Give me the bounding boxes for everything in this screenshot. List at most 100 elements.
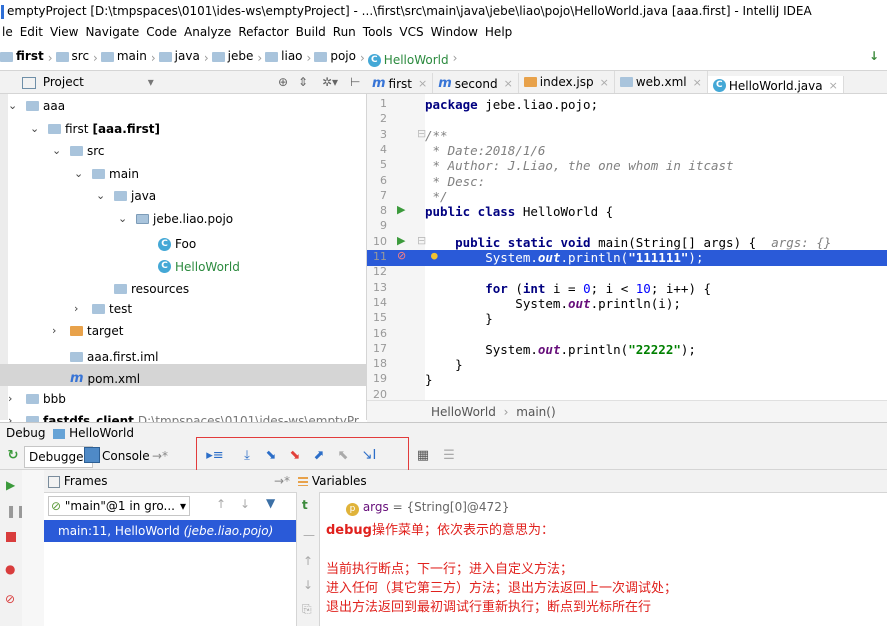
- tree-item[interactable]: ⌄ src: [0, 139, 105, 161]
- tree-item[interactable]: › test: [0, 297, 132, 319]
- chevron-right-icon[interactable]: ›: [74, 298, 88, 320]
- nav-crumb-helloworld[interactable]: C HelloWorld: [367, 47, 449, 74]
- tree-item[interactable]: C HelloWorld: [0, 252, 240, 274]
- menu-item-vcs[interactable]: VCS: [399, 25, 423, 39]
- copy-icon[interactable]: ⎘: [302, 602, 312, 617]
- tree-item[interactable]: › target: [0, 319, 124, 341]
- close-icon[interactable]: ×: [504, 77, 513, 90]
- nav-crumb-src[interactable]: src: [55, 43, 89, 70]
- chevron-down-icon[interactable]: ⌄: [118, 208, 132, 230]
- nav-crumb-java[interactable]: java: [158, 43, 200, 70]
- run-gutter-icon[interactable]: ▶: [397, 234, 405, 247]
- tree-item[interactable]: ⌄ java: [0, 184, 156, 206]
- update-arrow-icon[interactable]: ↓: [869, 43, 879, 70]
- tab-overflow-icon[interactable]: →*: [152, 446, 168, 466]
- close-icon[interactable]: ×: [418, 77, 427, 90]
- tab-second[interactable]: m second ×: [433, 72, 519, 93]
- menu-item-le[interactable]: le: [2, 25, 13, 39]
- crumb-class[interactable]: HelloWorld: [431, 405, 496, 419]
- line-number: 6: [380, 173, 387, 187]
- collapse-all-icon[interactable]: ⇕: [298, 71, 308, 93]
- tree-item-content: › target: [52, 320, 124, 342]
- restore-layout-icon[interactable]: →*: [274, 470, 290, 492]
- gear-icon[interactable]: ✲▾: [322, 71, 338, 93]
- tab-first[interactable]: m first ×: [367, 72, 434, 93]
- menu-item-tools[interactable]: Tools: [363, 25, 393, 39]
- chevron-down-icon[interactable]: ⌄: [8, 95, 22, 117]
- mute-breakpoints-icon[interactable]: ⊘: [5, 592, 15, 606]
- code-editor[interactable]: package jebe.liao.pojo; /** * Date:2018/1…: [425, 94, 887, 400]
- scroll-from-source-icon[interactable]: ⊕: [278, 71, 288, 93]
- menu-item-build[interactable]: Build: [296, 25, 326, 39]
- thread-icon: ⊘: [51, 499, 62, 513]
- frame-up-icon[interactable]: ↑: [216, 497, 226, 511]
- crumb-method[interactable]: main(): [516, 405, 555, 419]
- trace-icon[interactable]: ☰: [440, 447, 458, 465]
- line-number: 10: [373, 234, 387, 248]
- tree-item[interactable]: › bbb: [0, 387, 66, 409]
- nav-crumb-main[interactable]: main: [100, 43, 147, 70]
- chevron-down-icon[interactable]: ⌄: [96, 185, 110, 207]
- intention-bulb-icon[interactable]: ●: [431, 249, 438, 262]
- frame-item[interactable]: main:11, HelloWorld (jebe.liao.pojo): [44, 520, 296, 542]
- tab-debugger[interactable]: Debugger: [24, 446, 94, 468]
- menu-item-code[interactable]: Code: [146, 25, 177, 39]
- tab-console[interactable]: Console: [102, 446, 150, 466]
- tree-item[interactable]: resources: [0, 274, 189, 296]
- menu-item-window[interactable]: Window: [431, 25, 478, 39]
- menu-item-edit[interactable]: Edit: [20, 25, 43, 39]
- nav-crumb-first[interactable]: first: [0, 43, 44, 70]
- chevron-down-icon[interactable]: ⌄: [52, 140, 66, 162]
- nav-crumb-pojo[interactable]: pojo: [314, 43, 356, 70]
- view-breakpoints-icon[interactable]: ●: [5, 562, 15, 576]
- menu-item-run[interactable]: Run: [333, 25, 356, 39]
- remove-watch-icon[interactable]: —: [303, 528, 315, 542]
- debug-config-name[interactable]: HelloWorld: [69, 426, 134, 440]
- nav-crumb-jebe[interactable]: jebe: [211, 43, 253, 70]
- chevron-right-icon[interactable]: ›: [8, 388, 22, 410]
- tree-item[interactable]: ⌄ aaa: [0, 94, 65, 116]
- tree-item[interactable]: ⌄ jebe.liao.pojo: [0, 207, 233, 229]
- tab-web-xml[interactable]: web.xml ×: [615, 71, 708, 93]
- breakpoint-icon[interactable]: ⊘: [397, 249, 406, 262]
- tab-helloworld-java[interactable]: C HelloWorld.java ×: [707, 75, 844, 93]
- hide-panel-icon[interactable]: ⊢: [350, 71, 360, 93]
- close-icon[interactable]: ×: [693, 76, 702, 89]
- thread-select[interactable]: ⊘ "main"@1 in gro... ▾: [48, 496, 190, 516]
- folder-icon: [55, 51, 69, 62]
- project-view-title[interactable]: Project: [43, 75, 84, 89]
- new-watch-icon[interactable]: t: [302, 498, 308, 512]
- chevron-down-icon[interactable]: ⌄: [74, 163, 88, 185]
- run-gutter-icon[interactable]: ▶: [397, 203, 405, 216]
- nav-crumb-liao[interactable]: liao: [265, 43, 303, 70]
- stop-icon[interactable]: [6, 532, 16, 542]
- menu-item-view[interactable]: View: [50, 25, 78, 39]
- close-icon[interactable]: ×: [829, 79, 838, 92]
- tree-item[interactable]: ⌄ main: [0, 162, 139, 184]
- tree-item[interactable]: ⌄ first [aaa.first]: [0, 117, 160, 139]
- nav-crumb-label: pojo: [330, 49, 356, 63]
- chevron-down-icon[interactable]: ⌄: [30, 118, 44, 140]
- tab-index-jsp[interactable]: index.jsp ×: [519, 71, 615, 93]
- resume-icon[interactable]: ▶: [6, 478, 15, 492]
- menu-item-help[interactable]: Help: [485, 25, 512, 39]
- chevron-right-icon[interactable]: ›: [52, 320, 66, 342]
- evaluate-expression-icon[interactable]: ▦: [414, 447, 432, 465]
- move-up-icon[interactable]: ↑: [303, 554, 313, 568]
- filter-icon[interactable]: ▼: [266, 496, 275, 510]
- tree-item[interactable]: aaa.first.iml: [0, 342, 159, 364]
- code-token: 10: [635, 280, 651, 296]
- variable-row[interactable]: p args = {String[0]@472}: [346, 497, 509, 517]
- menu-item-analyze[interactable]: Analyze: [184, 25, 231, 39]
- chevron-down-icon[interactable]: ▾: [148, 75, 154, 89]
- menu-item-refactor[interactable]: Refactor: [238, 25, 288, 39]
- close-icon[interactable]: ×: [600, 76, 609, 89]
- tree-item[interactable]: C Foo: [0, 229, 196, 251]
- tree-item-label: resources: [131, 282, 190, 296]
- rerun-icon[interactable]: ↻: [4, 447, 22, 465]
- frame-down-icon[interactable]: ↓: [240, 497, 250, 511]
- code-line: for (int i = 0; i < 10; i++) {: [425, 281, 711, 297]
- menu-item-navigate[interactable]: Navigate: [85, 25, 139, 39]
- tree-item[interactable]: m pom.xml: [0, 364, 366, 386]
- move-down-icon[interactable]: ↓: [303, 578, 313, 592]
